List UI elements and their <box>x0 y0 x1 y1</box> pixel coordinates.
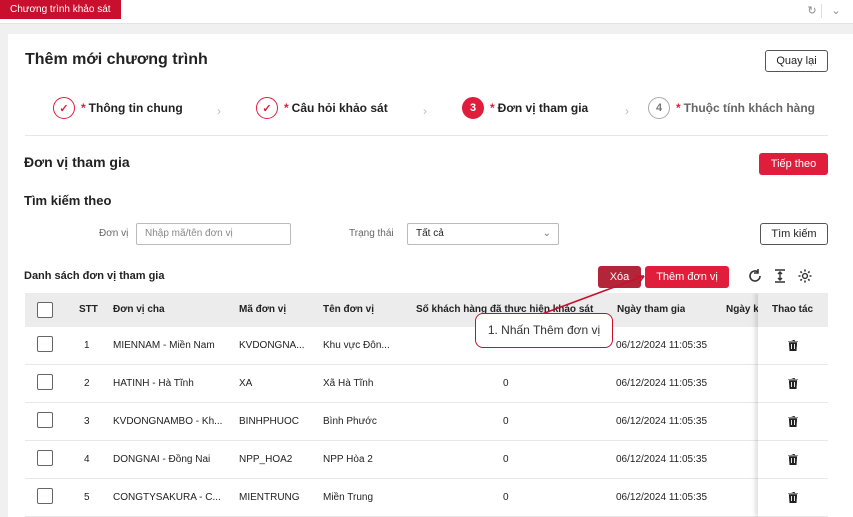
row-checkbox[interactable] <box>37 412 53 428</box>
refresh-icon[interactable] <box>747 268 763 284</box>
row-checkbox[interactable] <box>37 488 53 504</box>
cell-parent-unit: HATINH - Hà Tĩnh <box>113 378 194 389</box>
cell-surveyed-count: 0 <box>503 454 509 465</box>
cell-stt: 2 <box>84 378 90 389</box>
settings-gear-icon[interactable] <box>797 268 813 284</box>
step-number-icon: 3 <box>462 97 484 119</box>
cell-unit-name: NPP Hòa 2 <box>323 454 373 465</box>
units-table: STT Đơn vị cha Mã đơn vị Tên đơn vị Số k… <box>25 293 828 517</box>
back-button[interactable]: Quay lại <box>765 50 828 72</box>
select-all-checkbox[interactable] <box>37 302 53 318</box>
cell-join-date: 06/12/2024 11:05:35 <box>616 416 708 427</box>
table-row: 1 MIENNAM - Miền Nam KVDONGNA... Khu vực… <box>25 327 828 365</box>
cell-unit-name: Khu vực Đôn... <box>323 340 390 351</box>
cell-unit-name: Miền Trung <box>323 492 374 503</box>
actions-column-shadow <box>758 293 828 517</box>
step-label: Đơn vị tham gia <box>497 101 589 115</box>
chevron-right-icon: › <box>423 104 427 118</box>
cell-parent-unit: DONGNAI - Đồng Nai <box>113 454 211 465</box>
next-button[interactable]: Tiếp theo <box>759 153 828 175</box>
cell-join-date: 06/12/2024 11:05:35 <box>616 492 708 503</box>
cell-stt: 1 <box>84 340 90 351</box>
step-survey-questions[interactable]: ✓ * Câu hỏi khảo sát <box>256 97 388 119</box>
search-button[interactable]: Tìm kiếm <box>760 223 828 245</box>
cell-surveyed-count: 0 <box>503 416 509 427</box>
table-row: 3 KVDONGNAMBO - Kh... BINHPHUOC Bình Phư… <box>25 403 828 441</box>
cell-parent-unit: CONGTYSAKURA - C... <box>113 492 221 503</box>
refresh-icon[interactable]: ↻ <box>803 3 821 19</box>
step-general-info[interactable]: ✓ * Thông tin chung <box>53 97 183 119</box>
step-customer-attributes[interactable]: 4 * Thuộc tính khách hàng <box>648 97 815 119</box>
annotation-callout: 1. Nhấn Thêm đơn vị <box>475 313 613 348</box>
required-star: * <box>676 101 681 115</box>
cell-surveyed-count: 0 <box>503 378 509 389</box>
row-checkbox[interactable] <box>37 336 53 352</box>
header-unit-code: Mã đơn vị <box>239 304 287 315</box>
step-participating-units[interactable]: 3 * Đơn vị tham gia <box>462 97 588 119</box>
cell-join-date: 06/12/2024 11:05:35 <box>616 378 708 389</box>
divider <box>821 4 822 18</box>
required-star: * <box>490 101 495 115</box>
header-date-other: Ngày k <box>726 304 758 315</box>
step-number-icon: 4 <box>648 97 670 119</box>
cell-unit-code: BINHPHUOC <box>239 416 300 427</box>
column-height-icon[interactable] <box>772 268 788 284</box>
cell-parent-unit: MIENNAM - Miền Nam <box>113 340 215 351</box>
cell-unit-code: NPP_HOA2 <box>239 454 293 465</box>
cell-unit-name: Bình Phước <box>323 416 377 427</box>
cell-join-date: 06/12/2024 11:05:35 <box>616 454 708 465</box>
cell-stt: 4 <box>84 454 90 465</box>
required-star: * <box>284 101 289 115</box>
row-checkbox[interactable] <box>37 450 53 466</box>
chevron-down-icon: ⌄ <box>542 228 551 239</box>
tab-survey-program[interactable]: Chương trình khảo sát <box>0 0 121 19</box>
check-icon: ✓ <box>53 97 75 119</box>
table-row: 2 HATINH - Hà Tĩnh XA Xã Hà Tĩnh 0 06/12… <box>25 365 828 403</box>
cell-unit-code: KVDONGNA... <box>239 340 305 351</box>
divider <box>25 135 828 136</box>
cell-join-date: 06/12/2024 11:05:35 <box>616 340 708 351</box>
status-label: Trạng thái <box>349 228 394 239</box>
cell-stt: 5 <box>84 492 90 503</box>
section-title: Đơn vị tham gia <box>24 154 130 170</box>
unit-label: Đơn vị <box>99 228 129 239</box>
annotation-arrow <box>541 275 645 315</box>
check-icon: ✓ <box>256 97 278 119</box>
cell-parent-unit: KVDONGNAMBO - Kh... <box>113 416 223 427</box>
step-label: Thông tin chung <box>88 101 183 115</box>
step-label: Thuộc tính khách hàng <box>683 101 816 115</box>
cell-unit-name: Xã Hà Tĩnh <box>323 378 374 389</box>
page-title: Thêm mới chương trình <box>25 51 208 68</box>
add-unit-button[interactable]: Thêm đơn vị <box>645 266 729 288</box>
unit-search-input[interactable]: Nhập mã/tên đơn vị <box>136 223 291 245</box>
cell-stt: 3 <box>84 416 90 427</box>
chevron-right-icon: › <box>217 104 221 118</box>
header-unit-name: Tên đơn vị <box>323 304 375 315</box>
status-value: Tất cả <box>416 228 444 239</box>
chevron-down-icon[interactable]: ⌄ <box>827 3 845 19</box>
chevron-right-icon: › <box>625 104 629 118</box>
row-checkbox[interactable] <box>37 374 53 390</box>
required-star: * <box>81 101 86 115</box>
table-row: 4 DONGNAI - Đồng Nai NPP_HOA2 NPP Hòa 2 … <box>25 441 828 479</box>
top-bar: Chương trình khảo sát ↻ ⌄ <box>0 0 853 24</box>
table-row: 5 CONGTYSAKURA - C... MIENTRUNG Miền Tru… <box>25 479 828 517</box>
list-title: Danh sách đơn vị tham gia <box>24 270 165 282</box>
cell-unit-code: XA <box>239 378 253 389</box>
main-card: Thêm mới chương trình Quay lại ✓ * Thông… <box>8 34 853 517</box>
table-header: STT Đơn vị cha Mã đơn vị Tên đơn vị Số k… <box>25 293 828 327</box>
cell-unit-code: MIENTRUNG <box>239 492 300 503</box>
status-select[interactable]: Tất cả ⌄ <box>407 223 559 245</box>
cell-surveyed-count: 0 <box>503 492 509 503</box>
header-stt: STT <box>79 304 98 315</box>
search-title: Tìm kiếm theo <box>24 193 112 208</box>
header-parent-unit: Đơn vị cha <box>113 304 165 315</box>
step-label: Câu hỏi khảo sát <box>291 101 388 115</box>
